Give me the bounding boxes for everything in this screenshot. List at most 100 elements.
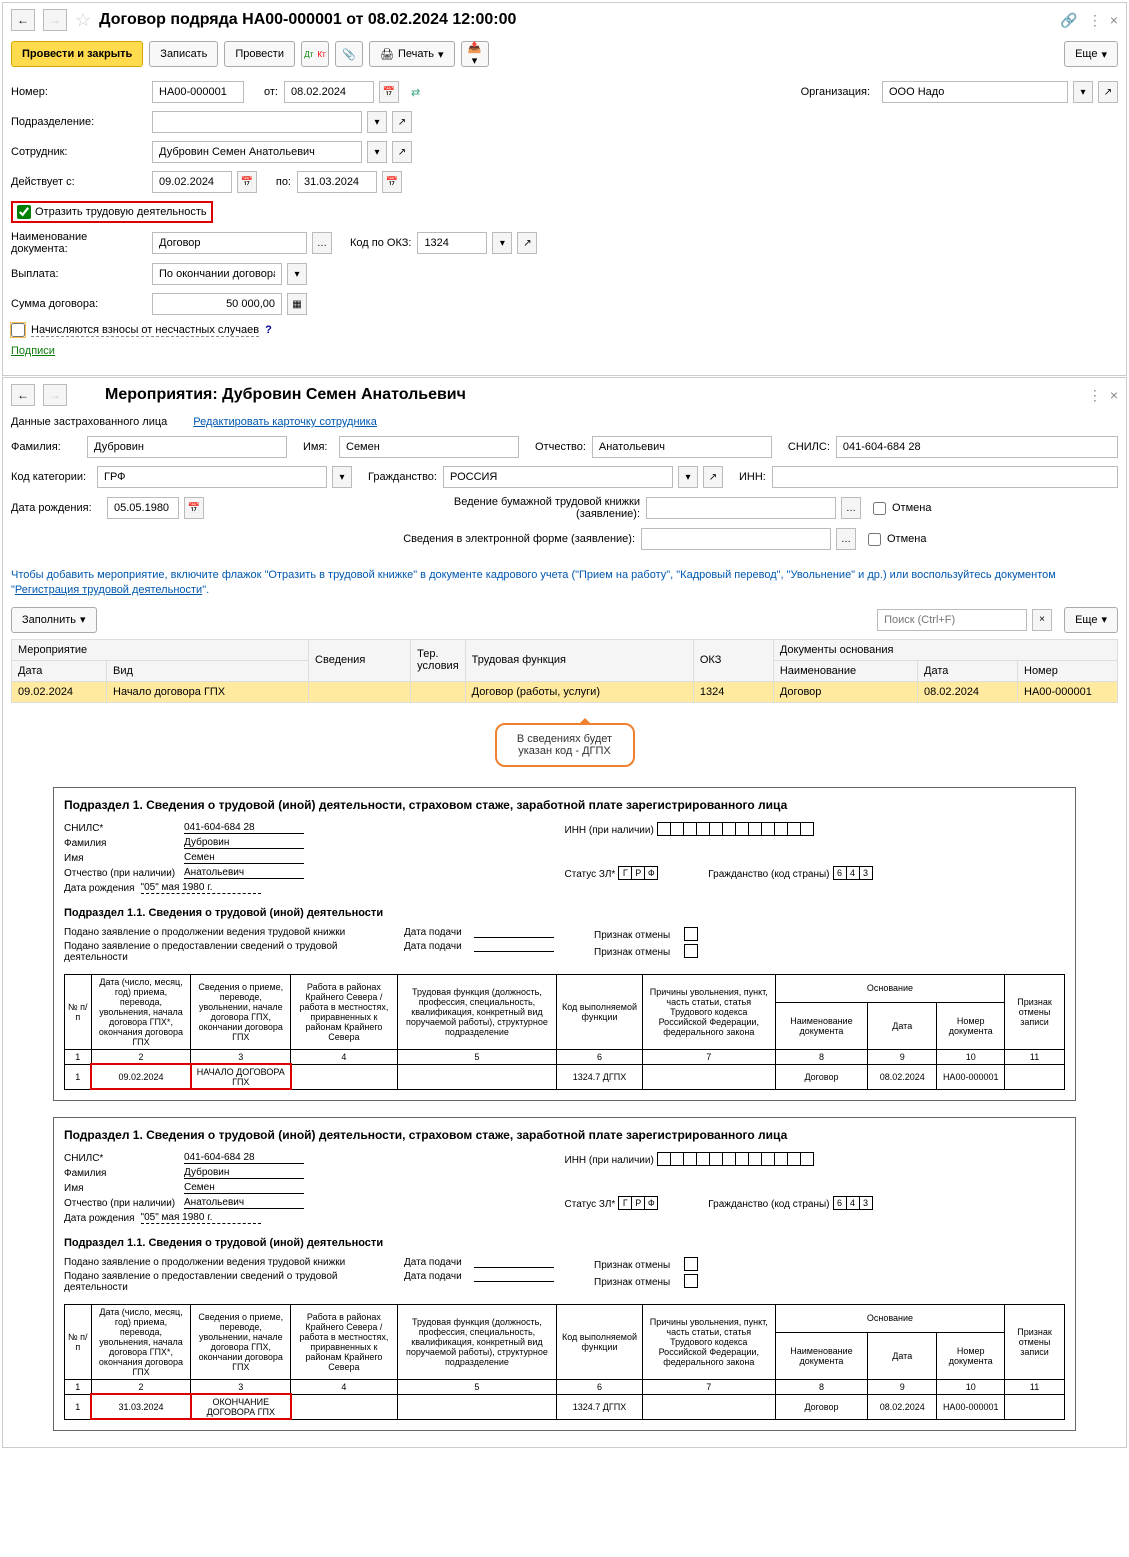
docname-label: Наименование документа: — [11, 231, 146, 255]
payment-dropdown-icon[interactable]: ▾ — [287, 263, 307, 285]
paper-ellipsis-icon[interactable]: … — [841, 497, 861, 519]
docname-input[interactable] — [152, 232, 307, 254]
events-table: Мероприятие Сведения Тер. условия Трудов… — [11, 639, 1118, 703]
citizen-dropdown-icon[interactable]: ▾ — [678, 466, 698, 488]
dept-open-icon[interactable]: ↗ — [392, 111, 412, 133]
post-close-button[interactable]: Провести и закрыть — [11, 41, 143, 67]
th-type: Вид — [107, 660, 309, 681]
employee-open-icon[interactable]: ↗ — [392, 141, 412, 163]
dt-kt-button[interactable]: ДтКт — [301, 41, 329, 67]
inn-label: ИНН: — [739, 471, 766, 483]
okz-dropdown-icon[interactable]: ▾ — [492, 232, 512, 254]
back-button[interactable]: ← — [11, 384, 35, 406]
th-bdate: Дата — [918, 660, 1018, 681]
date-input[interactable] — [284, 81, 374, 103]
insured-label: Данные застрахованного лица — [11, 416, 167, 428]
search-input[interactable] — [877, 609, 1027, 631]
link-icon[interactable]: 🔗 — [1060, 12, 1077, 29]
th-info: Сведения — [309, 639, 411, 681]
dept-input[interactable] — [152, 111, 362, 133]
th-func: Трудовая функция — [465, 639, 693, 681]
th-okz: ОКЗ — [693, 639, 773, 681]
close-icon[interactable]: × — [1110, 12, 1118, 29]
export-button[interactable]: 📤 ▾ — [461, 41, 489, 67]
cat-input[interactable] — [97, 466, 327, 488]
electronic-ellipsis-icon[interactable]: … — [836, 528, 856, 550]
paper-cancel-checkbox[interactable] — [873, 502, 886, 515]
info-text: Чтобы добавить мероприятие, включите фла… — [3, 568, 1126, 607]
payment-input[interactable] — [152, 263, 282, 285]
validfrom-label: Действует с: — [11, 176, 146, 188]
accident-label: Начисляются взносы от несчастных случаев — [31, 324, 259, 337]
dob-calendar-icon[interactable]: 📅 — [184, 497, 204, 519]
signatures-link[interactable]: Подписи — [11, 345, 55, 357]
calendar-icon[interactable]: 📅 — [379, 81, 399, 103]
employee-dropdown-icon[interactable]: ▾ — [367, 141, 387, 163]
forward-button[interactable]: → — [43, 384, 67, 406]
edit-card-link[interactable]: Редактировать карточку сотрудника — [193, 416, 377, 428]
electronic-input[interactable] — [641, 528, 831, 550]
forward-button[interactable]: → — [43, 9, 67, 31]
kebab-icon[interactable]: ⋮ — [1088, 387, 1100, 404]
inn-input[interactable] — [772, 466, 1118, 488]
lastname-input[interactable] — [87, 436, 287, 458]
favorite-icon[interactable]: ☆ — [75, 10, 91, 31]
contract-window: ← → ☆ Договор подряда НА00-000001 от 08.… — [2, 2, 1127, 376]
th-event: Мероприятие — [12, 639, 309, 660]
firstname-input[interactable] — [339, 436, 519, 458]
validto-input[interactable] — [297, 171, 377, 193]
validto-calendar-icon[interactable]: 📅 — [382, 171, 402, 193]
middlename-input[interactable] — [592, 436, 772, 458]
report2-table: № п/п Дата (число, месяц, год) приема, п… — [64, 1304, 1065, 1420]
swap-icon[interactable]: ⇄ — [411, 86, 420, 99]
kebab-icon[interactable]: ⋮ — [1088, 12, 1100, 29]
docname-ellipsis-icon[interactable]: … — [312, 232, 332, 254]
back-button[interactable]: ← — [11, 9, 35, 31]
validfrom-calendar-icon[interactable]: 📅 — [237, 171, 257, 193]
attach-button[interactable]: 📎 — [335, 41, 363, 67]
org-input[interactable] — [882, 81, 1068, 103]
okz-open-icon[interactable]: ↗ — [517, 232, 537, 254]
report1-row: 1 09.02.2024 НАЧАЛО ДОГОВОРА ГПХ 1324.7 … — [65, 1064, 1065, 1089]
paper-cancel-label: Отмена — [892, 502, 931, 514]
report-section-1: Подраздел 1. Сведения о трудовой (иной) … — [53, 787, 1076, 1101]
print-button[interactable]: 🖨 Печать ▾ — [369, 41, 455, 67]
okz-input[interactable] — [417, 232, 487, 254]
citizen-open-icon[interactable]: ↗ — [703, 466, 723, 488]
electronic-cancel-checkbox[interactable] — [868, 533, 881, 546]
org-dropdown-icon[interactable]: ▾ — [1073, 81, 1093, 103]
number-input[interactable] — [152, 81, 244, 103]
citizen-input[interactable] — [443, 466, 673, 488]
help-icon[interactable]: ? — [265, 324, 272, 336]
fill-button[interactable]: Заполнить ▾ — [11, 607, 97, 633]
sub11-title: Подраздел 1.1. Сведения о трудовой (иной… — [64, 907, 1065, 919]
report2-row: 1 31.03.2024 ОКОНЧАНИЕ ДОГОВОРА ГПХ 1324… — [65, 1394, 1065, 1419]
report-section-2: Подраздел 1. Сведения о трудовой (иной) … — [53, 1117, 1076, 1431]
dept-dropdown-icon[interactable]: ▾ — [367, 111, 387, 133]
snils-input[interactable] — [836, 436, 1118, 458]
table-more-button[interactable]: Еще ▾ — [1064, 607, 1118, 633]
org-label: Организация: — [801, 86, 870, 98]
write-button[interactable]: Записать — [149, 41, 218, 67]
table-row[interactable]: 09.02.2024 Начало договора ГПХ Договор (… — [12, 681, 1118, 702]
employee-input[interactable] — [152, 141, 362, 163]
close-icon[interactable]: × — [1110, 387, 1118, 404]
validfrom-input[interactable] — [152, 171, 232, 193]
cat-dropdown-icon[interactable]: ▾ — [332, 466, 352, 488]
org-open-icon[interactable]: ↗ — [1098, 81, 1118, 103]
sum-input[interactable] — [152, 293, 282, 315]
number-label: Номер: — [11, 86, 146, 98]
paper-book-input[interactable] — [646, 497, 836, 519]
reflect-checkbox[interactable] — [17, 205, 31, 219]
dob-label: Дата рождения: — [11, 502, 101, 514]
report1-table: № п/п Дата (число, месяц, год) приема, п… — [64, 974, 1065, 1090]
post-button[interactable]: Провести — [224, 41, 295, 67]
dob-input[interactable] — [107, 497, 179, 519]
more-button[interactable]: Еще ▾ — [1064, 41, 1118, 67]
sum-calc-icon[interactable]: ▦ — [287, 293, 307, 315]
accident-checkbox[interactable] — [11, 323, 25, 337]
reg-link[interactable]: Регистрация трудовой деятельности — [15, 584, 202, 596]
search-clear-icon[interactable]: × — [1032, 609, 1052, 631]
employee-label: Сотрудник: — [11, 146, 146, 158]
payment-label: Выплата: — [11, 268, 146, 280]
